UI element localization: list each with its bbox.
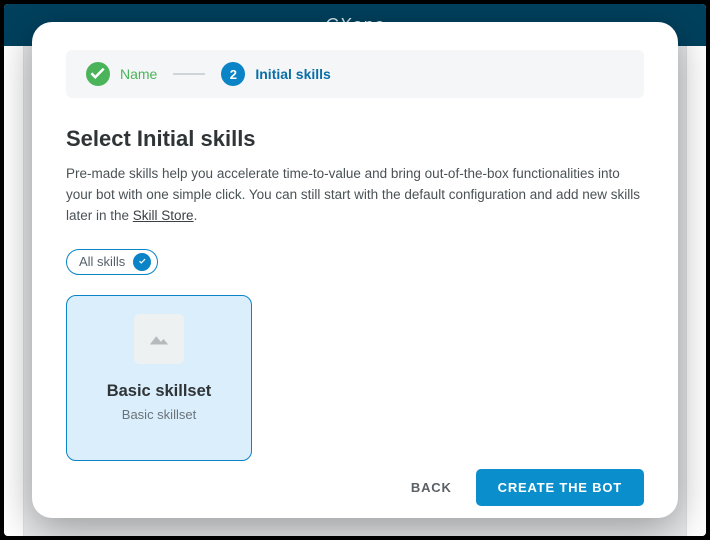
skill-store-link[interactable]: Skill Store (133, 208, 194, 223)
desc-text-post: . (194, 208, 198, 223)
card-title: Basic skillset (107, 382, 212, 401)
card-subtitle: Basic skillset (122, 407, 196, 422)
chip-all-skills[interactable]: All skills (66, 249, 158, 275)
card-basic-skillset[interactable]: Basic skillset Basic skillset (66, 295, 252, 461)
wizard-modal: Name 2 Initial skills Select Initial ski… (32, 22, 678, 518)
page-title: Select Initial skills (66, 126, 644, 152)
step-connector (173, 73, 205, 75)
page-description: Pre-made skills help you accelerate time… (66, 164, 644, 227)
step-name[interactable]: Name (86, 62, 157, 86)
filter-chips: All skills (66, 249, 644, 275)
bg-panel-right (686, 46, 706, 536)
check-circle-icon (133, 253, 151, 271)
chip-all-skills-label: All skills (79, 254, 125, 269)
step-initial-skills-label: Initial skills (255, 66, 330, 82)
step-number-badge: 2 (221, 62, 245, 86)
modal-footer: BACK CREATE THE BOT (66, 461, 644, 506)
step-name-label: Name (120, 66, 157, 82)
skill-cards: Basic skillset Basic skillset (66, 295, 644, 461)
check-icon (86, 62, 110, 86)
create-bot-button[interactable]: CREATE THE BOT (476, 469, 644, 506)
stepper: Name 2 Initial skills (66, 50, 644, 98)
step-initial-skills[interactable]: 2 Initial skills (221, 62, 330, 86)
image-placeholder-icon (134, 314, 184, 364)
back-button[interactable]: BACK (411, 480, 452, 495)
bg-panel-left (4, 46, 24, 536)
